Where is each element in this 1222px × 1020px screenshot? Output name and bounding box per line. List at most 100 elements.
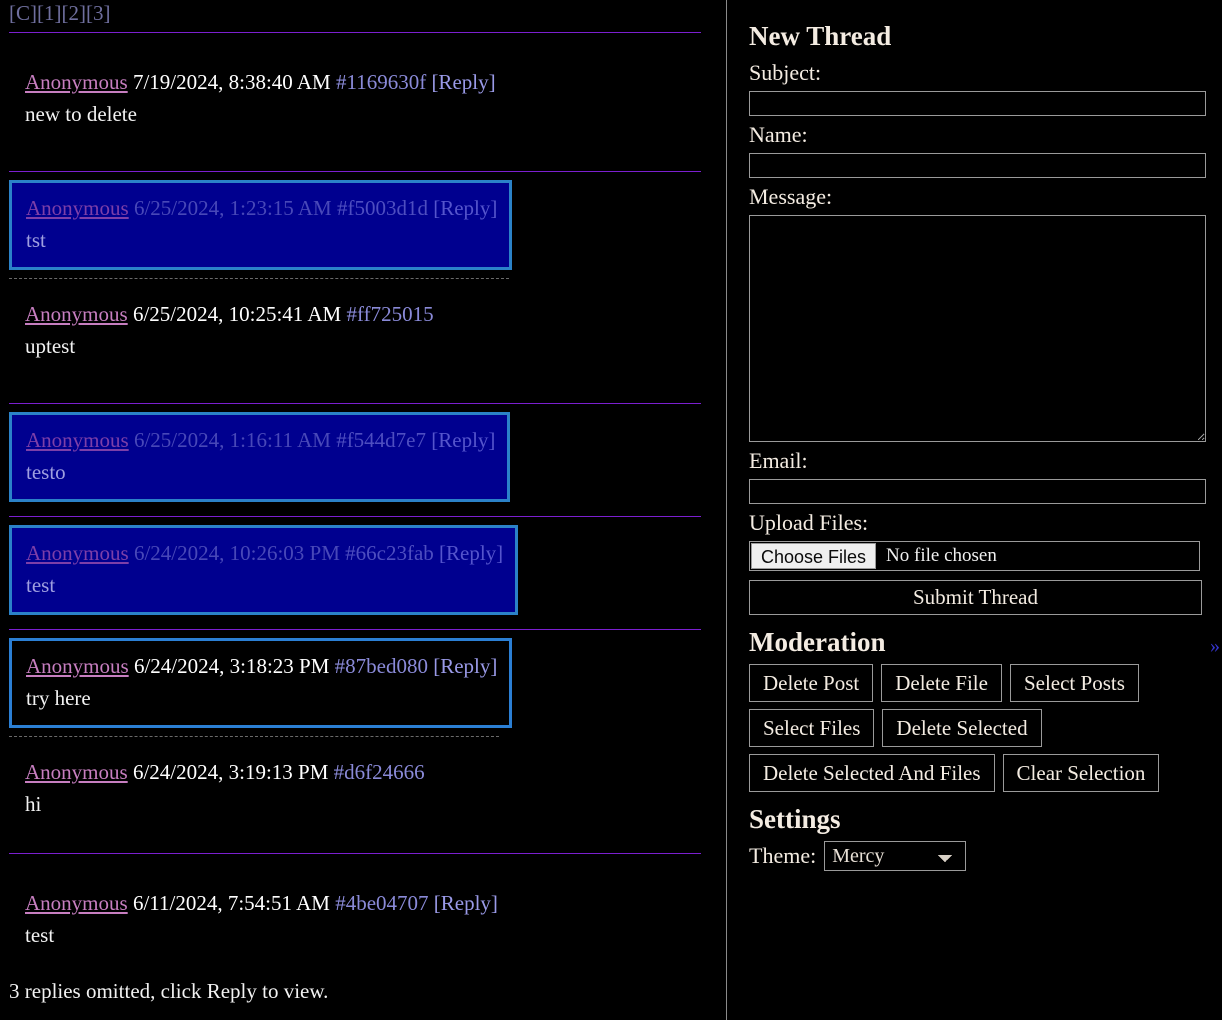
subject-label: Subject: [749, 60, 822, 85]
thread-item: Anonymous 6/11/2024, 7:54:51 AM #4be0470… [0, 876, 726, 964]
post-timestamp: 6/24/2024, 3:18:23 PM [133, 654, 330, 678]
select-posts-button[interactable]: Select Posts [1009, 664, 1139, 702]
select-files-button[interactable]: Select Files [749, 709, 875, 747]
post-reply-link[interactable]: [Reply] [439, 541, 503, 565]
delete-file-button[interactable]: Delete File [881, 664, 1002, 702]
post-body: try here [26, 686, 91, 710]
nav-link-catalog[interactable]: [C] [9, 1, 37, 25]
post-body: uptest [25, 334, 76, 358]
nav-link-page-1[interactable]: [1] [37, 1, 62, 25]
omitted-replies-notice: 3 replies omitted, click Reply to view. [9, 979, 329, 1003]
file-upload-control[interactable]: Choose Files No file chosen [749, 541, 1200, 571]
post-header: Anonymous 6/24/2024, 3:19:13 PM #d6f2466… [25, 757, 685, 787]
post-author[interactable]: Anonymous [26, 654, 129, 678]
post-body: test [26, 573, 56, 597]
delete-post-button[interactable]: Delete Post [749, 664, 874, 702]
post-reply-link[interactable]: [Reply] [433, 654, 497, 678]
post-author[interactable]: Anonymous [26, 428, 129, 452]
post[interactable]: Anonymous 6/11/2024, 7:54:51 AM #4be0470… [9, 876, 699, 964]
submit-thread-button[interactable]: Submit Thread [749, 580, 1202, 615]
post-timestamp: 6/25/2024, 10:25:41 AM [132, 302, 342, 326]
delete-selected-button[interactable]: Delete Selected [882, 709, 1042, 747]
post[interactable]: Anonymous 6/24/2024, 3:19:13 PM #d6f2466… [9, 745, 699, 833]
post-body: hi [25, 792, 42, 816]
post-timestamp: 6/25/2024, 1:23:15 AM [133, 196, 332, 220]
message-textarea[interactable] [749, 215, 1206, 442]
email-label: Email: [749, 448, 808, 473]
post-reply-link[interactable]: [Reply] [433, 196, 497, 220]
email-input[interactable] [749, 479, 1206, 504]
post-body: new to delete [25, 102, 137, 126]
app-root: [C][1][2][3] Anonymous 7/19/2024, 8:38:4… [0, 0, 1222, 1020]
moderation-title: Moderation [749, 627, 886, 657]
post[interactable]: Anonymous 6/24/2024, 10:26:03 PM #66c23f… [9, 525, 519, 615]
thread-item: Anonymous 6/25/2024, 10:25:41 AM #ff7250… [0, 287, 726, 375]
settings-title: Settings [749, 804, 841, 834]
post-author[interactable]: Anonymous [25, 760, 128, 784]
post-timestamp: 7/19/2024, 8:38:40 AM [132, 70, 331, 94]
nav-link-page-2[interactable]: [2] [62, 1, 87, 25]
post-author[interactable]: Anonymous [26, 541, 129, 565]
upload-files-label: Upload Files: [749, 510, 869, 535]
post-reply-link[interactable]: [Reply] [431, 70, 495, 94]
post[interactable]: Anonymous 6/25/2024, 1:16:11 AM #f544d7e… [9, 412, 511, 502]
file-chosen-status: No file chosen [886, 545, 997, 566]
post-id-link[interactable]: #1169630f [336, 70, 426, 94]
post-header: Anonymous 6/25/2024, 10:25:41 AM #ff7250… [25, 299, 685, 329]
post-id-link[interactable]: #f544d7e7 [336, 428, 426, 452]
thread-item: Anonymous 7/19/2024, 8:38:40 AM #1169630… [0, 55, 726, 143]
post-author[interactable]: Anonymous [25, 302, 128, 326]
post-header: Anonymous 7/19/2024, 8:38:40 AM #1169630… [25, 67, 685, 97]
post[interactable]: Anonymous 6/24/2024, 3:18:23 PM #87bed08… [9, 638, 513, 728]
delete-selected-and-files-button[interactable]: Delete Selected And Files [749, 754, 995, 792]
clear-selection-button[interactable]: Clear Selection [1002, 754, 1160, 792]
subject-input[interactable] [749, 91, 1206, 116]
thread-item: Anonymous 6/25/2024, 1:23:15 AM #f5003d1… [0, 180, 726, 270]
post-body: test [25, 923, 55, 947]
post-header: Anonymous 6/24/2024, 10:26:03 PM #66c23f… [26, 538, 503, 568]
post-author[interactable]: Anonymous [25, 891, 128, 915]
post-reply-link[interactable]: [Reply] [434, 891, 498, 915]
name-input[interactable] [749, 153, 1206, 178]
choose-files-button[interactable]: Choose Files [751, 543, 877, 569]
sidebar-collapse-toggle-icon[interactable]: » [1210, 636, 1220, 656]
post[interactable]: Anonymous 6/25/2024, 1:23:15 AM #f5003d1… [9, 180, 513, 270]
thread-item: Anonymous 6/25/2024, 1:16:11 AM #f544d7e… [0, 412, 726, 502]
nav-link-page-3[interactable]: [3] [86, 1, 111, 25]
post-timestamp: 6/11/2024, 7:54:51 AM [132, 891, 330, 915]
post-author[interactable]: Anonymous [26, 196, 129, 220]
post[interactable]: Anonymous 7/19/2024, 8:38:40 AM #1169630… [9, 55, 699, 143]
post-reply-link[interactable]: [Reply] [431, 428, 495, 452]
post-id-link[interactable]: #66c23fab [345, 541, 434, 565]
moderation-button-row: Delete Selected And Files Clear Selectio… [749, 754, 1200, 792]
post-timestamp: 6/25/2024, 1:16:11 AM [133, 428, 331, 452]
post-header: Anonymous 6/25/2024, 1:16:11 AM #f544d7e… [26, 425, 495, 455]
theme-select[interactable]: Mercy [824, 841, 967, 871]
post-id-link[interactable]: #ff725015 [346, 302, 433, 326]
post-author[interactable]: Anonymous [25, 70, 128, 94]
post[interactable]: Anonymous 6/25/2024, 10:25:41 AM #ff7250… [9, 287, 699, 375]
post-id-link[interactable]: #d6f24666 [334, 760, 425, 784]
post-id-link[interactable]: #87bed080 [335, 654, 428, 678]
threads-pane: [C][1][2][3] Anonymous 7/19/2024, 8:38:4… [0, 0, 727, 1020]
moderation-button-row: Delete Post Delete File Select Posts [749, 664, 1200, 702]
new-thread-title: New Thread [749, 21, 892, 51]
post-timestamp: 6/24/2024, 3:19:13 PM [132, 760, 329, 784]
thread-item: Anonymous 6/24/2024, 3:18:23 PM #87bed08… [0, 638, 726, 728]
post-id-link[interactable]: #4be04707 [335, 891, 428, 915]
post-id-link[interactable]: #f5003d1d [337, 196, 428, 220]
moderation-button-row: Select Files Delete Selected [749, 709, 1200, 747]
